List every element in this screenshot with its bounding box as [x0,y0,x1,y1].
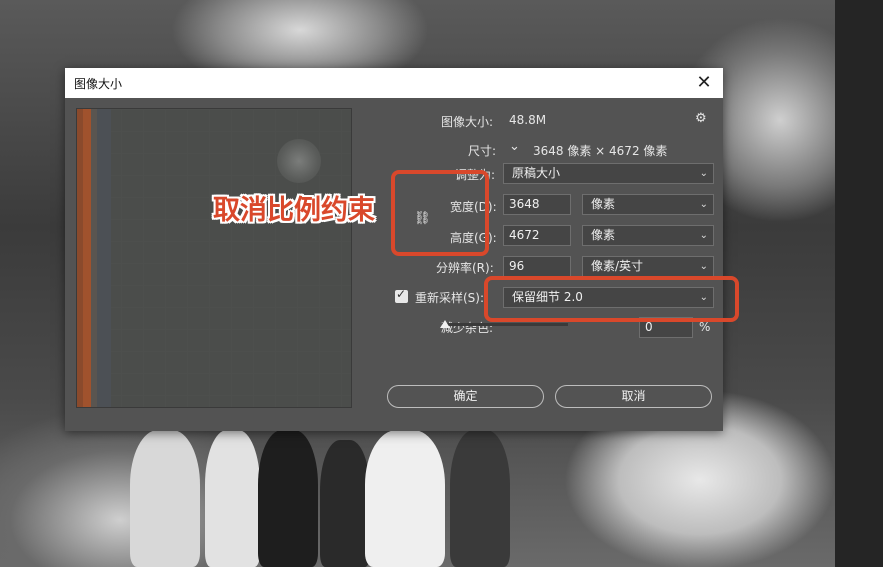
photo-figure [320,440,370,567]
ok-button[interactable]: 确定 [387,385,544,408]
canvas-side-strip [835,0,883,567]
preview-highlight [277,139,321,183]
reduce-noise-slider-track[interactable] [442,323,568,326]
height-unit-value: 像素 [591,228,616,242]
photo-figure [205,430,260,567]
cancel-button[interactable]: 取消 [555,385,712,408]
chevron-down-icon: ⌄ [699,199,708,210]
preview-edge [83,109,91,407]
check-icon: ✓ [396,287,407,301]
chevron-down-icon: ⌄ [699,168,708,179]
annotation-box-constraint [391,170,489,256]
chevron-down-icon: ⌄ [699,230,708,241]
height-input[interactable]: 4672 [503,225,571,246]
width-unit-select[interactable]: 像素 ⌄ [582,194,714,215]
width-unit-value: 像素 [591,197,616,211]
reduce-noise-slider-thumb[interactable] [440,320,450,328]
reduce-noise-unit: % [699,320,711,334]
photo-figure [450,430,510,567]
dialog-titlebar: 图像大小 ✕ [65,68,723,98]
gear-icon[interactable]: ⚙ [695,111,707,126]
resolution-input[interactable]: 96 [503,256,571,277]
height-unit-select[interactable]: 像素 ⌄ [582,225,714,246]
dimensions-chevron-icon[interactable]: ⌄ [509,139,520,154]
dimensions-value: 3648 像素 × 4672 像素 [533,144,668,158]
dimensions-label: 尺寸: [468,144,497,158]
width-input[interactable]: 3648 [503,194,571,215]
dialog-title: 图像大小 [74,77,123,91]
preview-edge [97,109,111,407]
image-size-label: 图像大小: [441,115,494,129]
image-size-value: 48.8M [509,113,547,127]
resample-checkbox[interactable]: ✓ [395,287,408,303]
resolution-unit-select[interactable]: 像素/英寸 ⌄ [582,256,714,277]
resample-label: 重新采样(S): [415,291,485,305]
photo-figure [365,430,445,567]
resolution-unit-value: 像素/英寸 [591,259,644,273]
annotation-box-resample [484,276,739,322]
fit-to-value: 原稿大小 [512,166,561,180]
close-icon[interactable]: ✕ [693,72,715,94]
annotation-text: 取消比例约束 [213,195,375,226]
fit-to-select[interactable]: 原稿大小 ⌄ [503,163,714,184]
chevron-down-icon: ⌄ [699,261,708,272]
photo-figure [130,430,200,567]
image-preview[interactable] [76,108,352,408]
resolution-label: 分辨率(R): [436,261,494,275]
photo-figure [258,430,318,567]
